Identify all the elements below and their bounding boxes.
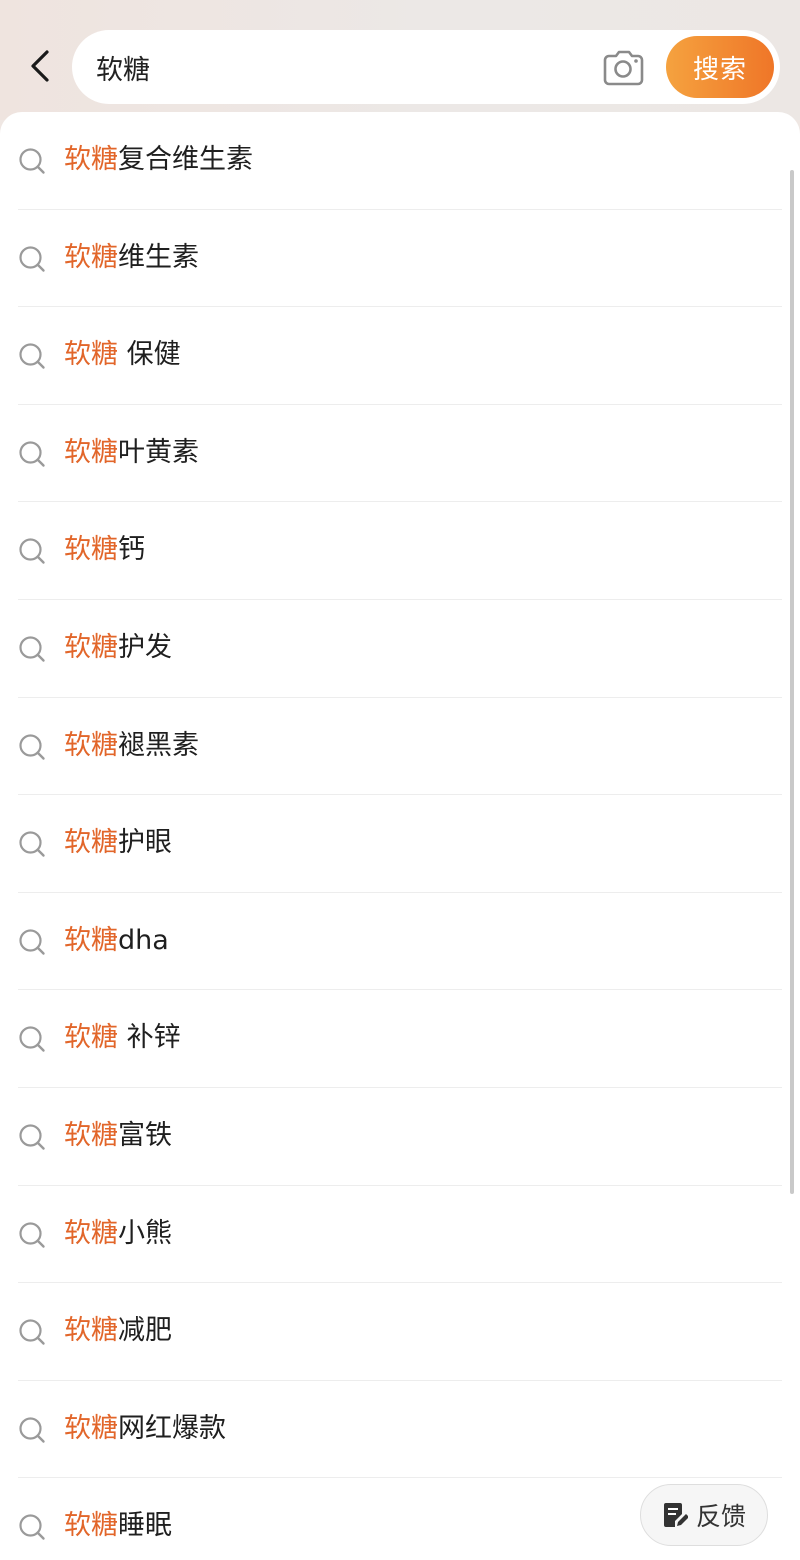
search-icon <box>19 1124 45 1150</box>
search-icon <box>19 636 45 662</box>
search-icon <box>19 1026 45 1053</box>
suggestion-item[interactable]: 软糖复合维生素 <box>0 112 800 210</box>
suggestion-item[interactable]: 软糖护眼 <box>0 795 800 893</box>
suggestion-highlight: 软糖 <box>64 1022 118 1054</box>
search-icon <box>19 538 45 565</box>
suggestion-highlight: 软糖 <box>64 1510 118 1542</box>
suggestion-highlight: 软糖 <box>64 1217 118 1249</box>
suggestion-text: 软糖叶黄素 <box>64 434 199 472</box>
suggestion-text: 软糖富铁 <box>64 1117 172 1155</box>
suggestion-text: 软糖减肥 <box>64 1312 172 1350</box>
suggestion-highlight: 软糖 <box>64 729 118 761</box>
suggestion-text: 软糖护发 <box>64 629 172 667</box>
suggestion-text: 软糖网红爆款 <box>64 1410 226 1448</box>
search-icon <box>19 1319 45 1345</box>
suggestion-rest: 褪黑素 <box>118 729 199 761</box>
suggestion-highlight: 软糖 <box>64 144 118 175</box>
suggestion-highlight: 软糖 <box>64 1119 118 1151</box>
search-icon <box>19 733 45 760</box>
suggestion-item[interactable]: 软糖钙 <box>0 502 800 600</box>
suggestion-highlight: 软糖 <box>64 1315 118 1347</box>
search-icon <box>19 1221 45 1248</box>
suggestion-item[interactable]: 软糖护发 <box>0 600 800 698</box>
suggestion-item[interactable]: 软糖dha <box>0 893 800 991</box>
edit-note-icon <box>663 1503 688 1527</box>
top-bar: 搜索 <box>0 0 800 120</box>
search-icon <box>19 343 45 369</box>
suggestion-highlight: 软糖 <box>64 241 118 273</box>
suggestion-text: 软糖小熊 <box>64 1215 172 1253</box>
chevron-left-icon <box>31 50 49 82</box>
suggestion-rest: 小熊 <box>118 1217 172 1249</box>
suggestion-highlight: 软糖 <box>64 436 118 468</box>
suggestion-rest: 保健 <box>118 339 181 371</box>
suggestion-item[interactable]: 软糖富铁 <box>0 1088 800 1186</box>
suggestion-rest: 网红爆款 <box>118 1412 226 1444</box>
search-button[interactable]: 搜索 <box>666 36 774 98</box>
suggestion-rest: 补锌 <box>118 1022 181 1054</box>
suggestion-rest: dha <box>118 924 169 956</box>
search-icon <box>19 929 45 955</box>
search-icon <box>19 148 45 174</box>
search-icon <box>19 1514 45 1541</box>
suggestion-text: 软糖复合维生素 <box>64 141 253 179</box>
search-icon <box>19 831 45 857</box>
camera-button[interactable] <box>600 46 646 88</box>
suggestion-rest: 睡眠 <box>118 1510 172 1542</box>
suggestion-text: 软糖 补锌 <box>64 1019 181 1057</box>
suggestion-highlight: 软糖 <box>64 631 118 663</box>
suggestion-item[interactable]: 软糖 补锌 <box>0 990 800 1088</box>
suggestion-rest: 富铁 <box>118 1119 172 1151</box>
suggestion-item[interactable]: 软糖叶黄素 <box>0 405 800 503</box>
suggestion-rest: 减肥 <box>118 1315 172 1347</box>
suggestion-highlight: 软糖 <box>64 534 118 566</box>
suggestion-rest: 复合维生素 <box>118 144 253 175</box>
suggestion-item[interactable]: 软糖网红爆款 <box>0 1381 800 1479</box>
suggestion-item[interactable]: 软糖 保健 <box>0 307 800 405</box>
suggestion-rest: 维生素 <box>118 241 199 273</box>
suggestion-highlight: 软糖 <box>64 339 118 371</box>
suggestion-text: 软糖褪黑素 <box>64 727 199 765</box>
suggestion-highlight: 软糖 <box>64 1412 118 1444</box>
search-bar: 搜索 <box>72 30 780 104</box>
suggestion-rest: 钙 <box>118 534 145 566</box>
suggestion-item[interactable]: 软糖维生素 <box>0 210 800 308</box>
suggestion-text: 软糖dha <box>64 922 169 960</box>
suggestion-panel: 软糖复合维生素 软糖维生素 软糖 保健 软糖叶黄素 软糖钙 软糖护发 软糖褪黑素 软糖护眼 软糖… <box>0 112 800 1560</box>
suggestion-text: 软糖护眼 <box>64 824 172 862</box>
suggestion-highlight: 软糖 <box>64 924 118 956</box>
search-icon <box>19 245 45 272</box>
search-icon <box>19 1417 45 1443</box>
suggestion-list: 软糖复合维生素 软糖维生素 软糖 保健 软糖叶黄素 软糖钙 软糖护发 软糖褪黑素 软糖护眼 软糖… <box>0 112 800 1560</box>
suggestion-rest: 护发 <box>118 631 172 663</box>
search-icon <box>19 441 45 467</box>
suggestion-text: 软糖维生素 <box>64 239 199 277</box>
camera-icon <box>603 50 644 86</box>
scrollbar[interactable] <box>790 170 794 1194</box>
back-button[interactable] <box>18 44 62 88</box>
search-input[interactable] <box>96 44 576 90</box>
suggestion-rest: 护眼 <box>118 827 172 859</box>
suggestion-rest: 叶黄素 <box>118 436 199 468</box>
suggestion-item[interactable]: 软糖减肥 <box>0 1283 800 1381</box>
suggestion-text: 软糖 保健 <box>64 336 181 374</box>
suggestion-item[interactable]: 软糖小熊 <box>0 1186 800 1284</box>
feedback-label: 反馈 <box>695 1502 746 1531</box>
suggestion-text: 软糖钙 <box>64 531 145 569</box>
suggestion-highlight: 软糖 <box>64 827 118 859</box>
suggestion-item[interactable]: 软糖褪黑素 <box>0 698 800 796</box>
suggestion-text: 软糖睡眠 <box>64 1507 172 1545</box>
feedback-button[interactable]: 反馈 <box>640 1484 768 1546</box>
